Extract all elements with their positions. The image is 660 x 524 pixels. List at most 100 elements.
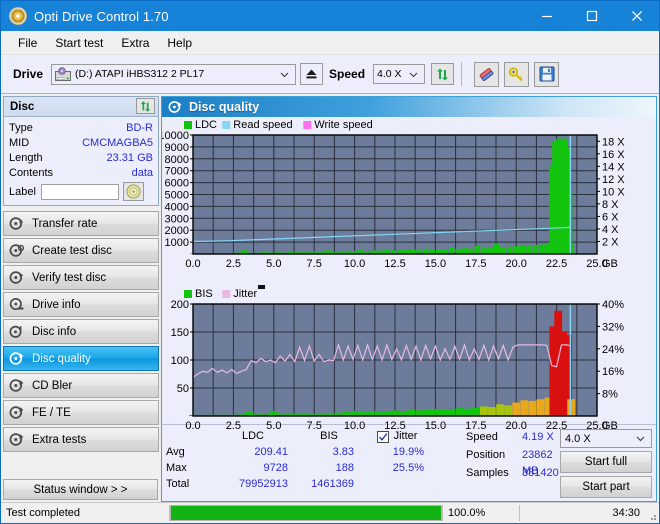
key-icon [508,66,523,81]
close-icon[interactable] [614,1,659,31]
stats-avg-jitter: 19.9% [392,446,424,458]
status-bar: Test completed 100.0% 34:30 [1,502,659,523]
extra-tests-icon [9,432,24,447]
menu-start-test[interactable]: Start test [46,33,112,53]
disc-info-panel: Disc Type BD-R MID CMCMAGBA5 Length 23.3… [3,96,159,206]
sidebar-item-transfer-rate[interactable]: Transfer rate [3,211,159,236]
eject-icon [306,69,317,79]
stats-total-jitter [362,477,432,492]
disc-panel-title: Disc [10,100,35,113]
svg-text:Read speed: Read speed [233,119,292,131]
sidebar-item-drive-info[interactable]: Drive info [3,292,159,317]
stats-header-bis: BIS [320,430,338,442]
status-window-button[interactable]: Status window > > [3,479,158,500]
info-samples-label: Samples [466,467,509,479]
stats-header-ldc: LDC [241,430,264,442]
svg-text:7.5: 7.5 [307,258,322,270]
chevron-down-icon[interactable] [409,70,418,79]
panel-title: Disc quality [189,100,260,114]
svg-text:18 X: 18 X [602,136,625,148]
svg-text:24%: 24% [602,344,624,356]
maximize-icon[interactable] [569,1,614,31]
svg-text:9000: 9000 [165,142,189,154]
quality-top-chart[interactable]: LDC Read speed Write speed 1000090008000700… [162,117,656,280]
disc-contents-value: data [131,166,153,179]
main-content: Disc quality LDC Read speed Write speed 100… [159,94,659,502]
disc-quality-panel: Disc quality LDC Read speed Write speed 100… [161,96,657,502]
minimize-icon[interactable] [524,1,569,31]
toolbar-separator [461,62,463,86]
disc-contents-label: Contents [9,166,54,179]
stats-row-total-label: Total [166,478,190,490]
svg-text:12 X: 12 X [602,174,625,186]
stats-avg-bis: 3.83 [332,446,354,458]
sidebar-item-disc-info[interactable]: Disc info [3,319,159,344]
disc-row-contents: Contents data [9,165,153,180]
stats-total-ldc: 79952913 [239,478,288,490]
sidebar-item-extra-tests[interactable]: Extra tests [3,427,159,452]
save-button[interactable] [534,61,560,87]
sidebar-item-label: Drive info [32,298,81,311]
menu-help[interactable]: Help [158,33,201,53]
main-body: Disc Type BD-R MID CMCMAGBA5 Length 23.3… [1,94,659,502]
jitter-checkbox[interactable] [376,430,389,443]
svg-text:LDC: LDC [195,119,217,131]
svg-text:50: 50 [177,383,189,395]
disc-label-button[interactable] [122,182,144,201]
sidebar-item-fe-te[interactable]: FE / TE [3,400,159,425]
window-controls [524,1,659,31]
disc-label-input[interactable] [40,183,119,200]
menu-file[interactable]: File [9,33,46,53]
panel-header: Disc quality [162,97,656,117]
drive-select[interactable]: (D:) ATAPI iHBS312 2 PL17 [51,63,297,85]
sidebar-item-disc-quality[interactable]: Disc quality [3,346,159,371]
chevron-down-icon[interactable] [280,70,289,79]
speed-select[interactable]: 4.0 X [373,64,426,84]
start-part-button[interactable]: Start part [560,476,652,498]
sidebar-item-verify-test-disc[interactable]: Verify test disc [3,265,159,290]
key-button[interactable] [504,61,530,87]
app-disc-icon [9,7,27,25]
sidebar: Disc Type BD-R MID CMCMAGBA5 Length 23.3… [1,94,159,502]
disc-refresh-button[interactable] [136,98,155,114]
disc-row-type: Type BD-R [9,120,153,135]
svg-text:BIS: BIS [195,288,213,300]
svg-text:200: 200 [171,299,189,311]
progress-fill [171,506,441,520]
svg-text:22.5: 22.5 [546,258,567,270]
menu-extra[interactable]: Extra [112,33,158,53]
svg-text:32%: 32% [602,321,624,333]
svg-text:22.5: 22.5 [546,420,567,432]
svg-text:1000: 1000 [165,237,189,249]
svg-text:8%: 8% [602,389,618,401]
start-full-button[interactable]: Start full [560,451,652,473]
svg-text:GB: GB [602,420,618,432]
stats-total-bis: 1461369 [311,478,354,490]
stats-row-avg-label: Avg [166,446,185,458]
svg-text:Write speed: Write speed [314,119,373,131]
eject-button[interactable] [300,63,324,85]
svg-text:2000: 2000 [165,225,189,237]
disc-quality-icon [168,100,182,114]
svg-text:8000: 8000 [165,154,189,166]
disc-row-length: Length 23.31 GB [9,150,153,165]
resize-grip-icon[interactable] [645,503,659,523]
status-message: Test completed [6,507,80,519]
disc-mid-value: CMCMAGBA5 [82,136,153,149]
fe-te-icon [9,405,24,420]
disc-type-value: BD-R [126,121,153,134]
speed-value: 4.0 X [377,68,402,80]
refresh-button[interactable] [431,63,455,85]
info-samples-value: 381420 [522,467,559,479]
sidebar-item-create-test-disc[interactable]: Create test disc [3,238,159,263]
svg-text:17.5: 17.5 [465,258,486,270]
application-window: Opti Drive Control 1.70 File Start test … [0,0,660,524]
svg-text:40%: 40% [602,299,624,311]
svg-text:0.0: 0.0 [185,258,200,270]
disc-info-icon [9,324,24,339]
quality-bottom-chart[interactable]: BIS Jitter 200 150 100 50 40% 32% 24% 16% 8% 0.0 2.5… [162,280,656,440]
sidebar-item-cd-bler[interactable]: CD Bler [3,373,159,398]
svg-text:Jitter: Jitter [233,288,257,300]
svg-text:6 X: 6 X [602,211,619,223]
eraser-button[interactable] [474,61,500,87]
